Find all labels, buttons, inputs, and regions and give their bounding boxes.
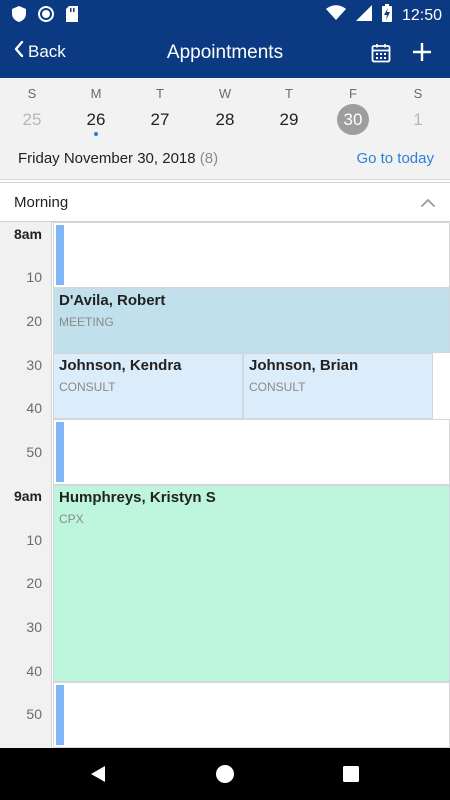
- week-strip: S 25 M 26 T 27 W 28 T 29 F 30 S 1 Friday…: [0, 78, 450, 180]
- day-of-week: M: [90, 86, 102, 101]
- time-label: 30: [26, 619, 42, 635]
- appointment-name: Johnson, Brian: [249, 357, 359, 374]
- section-label: Morning: [14, 194, 69, 211]
- open-slot-marker: [56, 422, 64, 482]
- battery-charging-icon: [381, 4, 392, 27]
- day-of-week: W: [218, 86, 232, 101]
- day-number: 25: [22, 110, 42, 129]
- appointment-name: Humphreys, Kristyn S: [59, 489, 216, 506]
- appointment-name: Johnson, Kendra: [59, 357, 182, 374]
- time-label: 10: [26, 532, 42, 548]
- appointment-name: D'Avila, Robert: [59, 292, 166, 309]
- app-bar: Back Appointments: [0, 28, 450, 78]
- circle-record-icon: [38, 6, 54, 27]
- selected-day-number: 30: [337, 104, 369, 135]
- time-label: 40: [26, 400, 42, 416]
- time-label: 20: [26, 575, 42, 591]
- cell-signal-icon: [355, 5, 372, 26]
- day-number: 28: [215, 110, 235, 129]
- system-nav-bar: [0, 748, 450, 800]
- nav-back-icon[interactable]: [89, 765, 107, 788]
- day-of-week: S: [413, 86, 423, 101]
- time-label: 8am: [13, 226, 42, 242]
- time-label: 50: [26, 444, 42, 460]
- status-time: 12:50: [401, 6, 442, 24]
- appointment-humphreys-kristyn[interactable]: Humphreys, Kristyn S CPX: [53, 485, 450, 682]
- day-sun-25[interactable]: S 25: [0, 78, 64, 148]
- time-label: 40: [26, 663, 42, 679]
- day-of-week: F: [349, 86, 357, 101]
- time-label: 50: [26, 706, 42, 722]
- time-label: 20: [26, 313, 42, 329]
- event-indicator-dot: [94, 132, 98, 136]
- chevron-up-icon: [420, 196, 436, 208]
- go-to-today-link[interactable]: Go to today: [356, 150, 434, 167]
- appointment-count: (8): [199, 150, 219, 167]
- day-of-week: T: [156, 86, 164, 101]
- time-label: 30: [26, 357, 42, 373]
- day-of-week: S: [27, 86, 37, 101]
- open-time-slot[interactable]: [53, 419, 450, 485]
- appointments-screen: 12:50 Back Appointments S 25 M 26 T 27 W…: [0, 0, 450, 800]
- day-sat-1[interactable]: S 1: [386, 78, 450, 148]
- nav-recent-apps-icon[interactable]: [342, 765, 360, 788]
- appointment-davila-robert[interactable]: D'Avila, Robert MEETING: [53, 288, 450, 353]
- open-time-slot[interactable]: [53, 682, 450, 748]
- shield-icon: [12, 6, 26, 27]
- status-bar: 12:50: [0, 0, 450, 28]
- time-grid: 8am 10 20 30 40 50 9am 10 20 30 40 50 D'…: [0, 222, 450, 748]
- day-thu-29[interactable]: T 29: [257, 78, 321, 148]
- appointment-johnson-brian[interactable]: Johnson, Brian CONSULT: [243, 353, 433, 419]
- day-tue-27[interactable]: T 27: [128, 78, 192, 148]
- day-mon-26[interactable]: M 26: [64, 78, 128, 148]
- section-header-morning[interactable]: Morning: [0, 182, 450, 222]
- appointment-type: CONSULT: [59, 380, 116, 394]
- day-number: 26: [86, 110, 106, 129]
- add-icon[interactable]: [410, 40, 434, 64]
- wifi-icon: [325, 5, 346, 26]
- day-number: 27: [150, 110, 170, 129]
- day-wed-28[interactable]: W 28: [193, 78, 257, 148]
- time-gutter: 8am 10 20 30 40 50 9am 10 20 30 40 50: [0, 222, 52, 748]
- appointment-type: MEETING: [59, 315, 114, 329]
- selected-date-text: Friday November 30, 2018: [18, 150, 196, 167]
- selected-date-label: Friday November 30, 2018 (8): [18, 150, 218, 167]
- day-fri-30[interactable]: F 30: [321, 78, 385, 148]
- open-time-slot[interactable]: [53, 222, 450, 288]
- time-label: 10: [26, 269, 42, 285]
- calendar-icon[interactable]: [371, 43, 391, 63]
- sd-card-icon: [66, 6, 78, 27]
- appointment-type: CONSULT: [249, 380, 306, 394]
- appointment-type: CPX: [59, 512, 84, 526]
- day-of-week: T: [285, 86, 293, 101]
- time-label: 9am: [13, 488, 42, 504]
- open-slot-marker: [56, 225, 64, 285]
- open-slot-marker: [56, 685, 64, 745]
- appointment-johnson-kendra[interactable]: Johnson, Kendra CONSULT: [53, 353, 243, 419]
- day-number: 29: [279, 110, 299, 129]
- day-number: 1: [413, 110, 423, 129]
- nav-home-icon[interactable]: [215, 764, 235, 789]
